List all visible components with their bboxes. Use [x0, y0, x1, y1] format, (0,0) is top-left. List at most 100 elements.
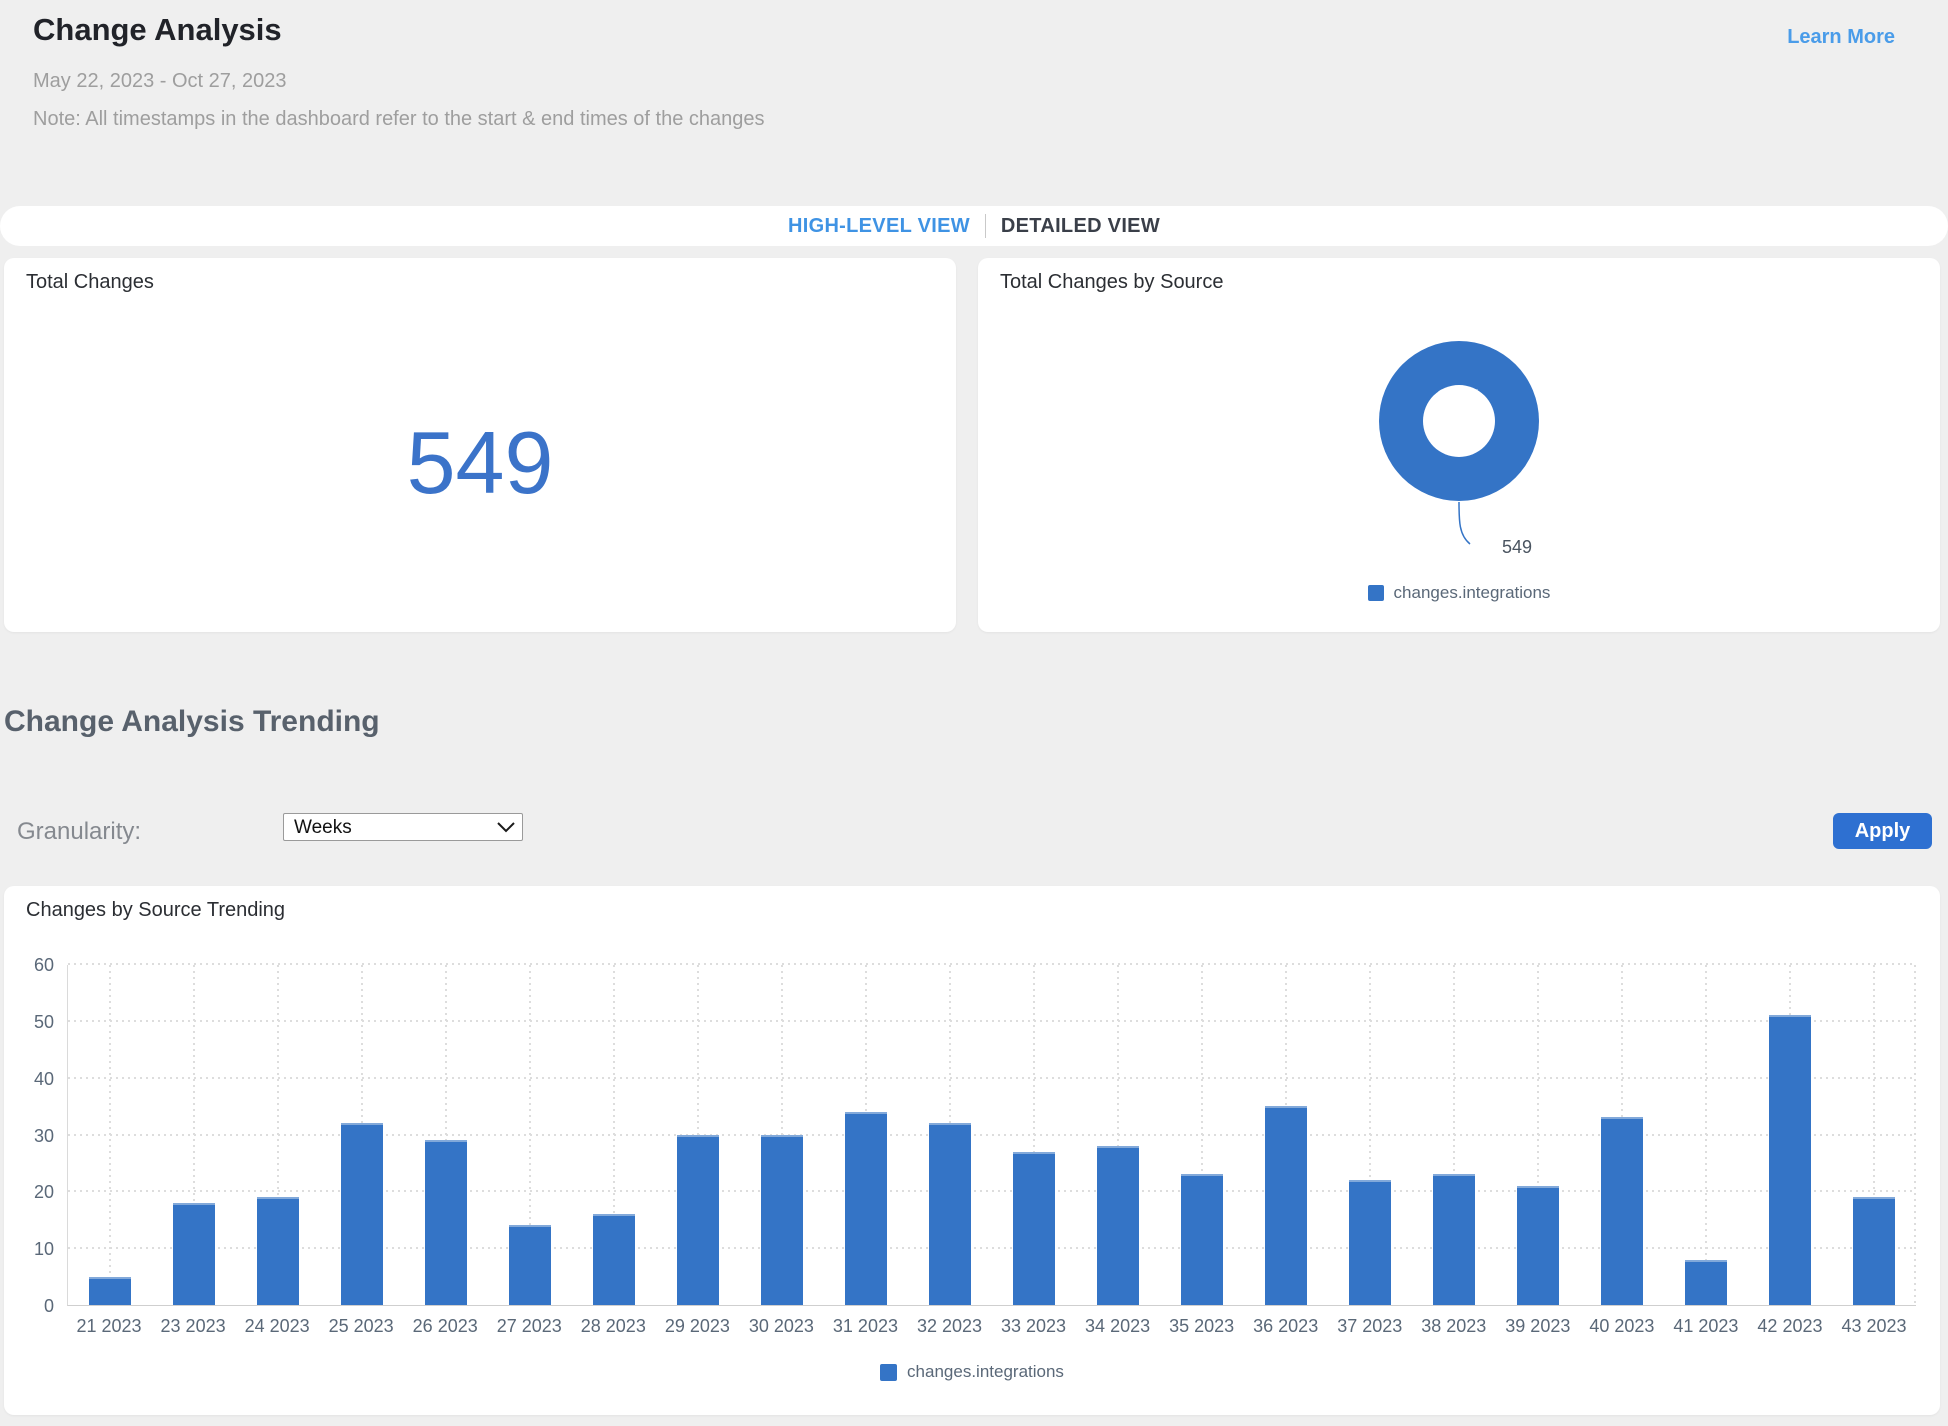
bar-28-2023[interactable]	[593, 1214, 635, 1305]
y-tick-label-30: 30	[4, 1126, 54, 1147]
x-axis-labels: 21 202323 202324 202325 202326 202327 20…	[67, 1316, 1916, 1337]
x-tick-label-34-2023: 34 2023	[1076, 1316, 1160, 1337]
bar-27-2023[interactable]	[509, 1225, 551, 1305]
bar-31-2023[interactable]	[845, 1112, 887, 1305]
bar-plot-area	[67, 965, 1916, 1306]
x-gridline	[1705, 965, 1707, 1305]
bar-column-41-2023	[1664, 965, 1748, 1305]
bar-column-34-2023	[1076, 965, 1160, 1305]
bar-column-37-2023	[1328, 965, 1412, 1305]
bar-43-2023[interactable]	[1853, 1197, 1895, 1305]
apply-button[interactable]: Apply	[1833, 813, 1932, 849]
y-tick-label-60: 60	[4, 955, 54, 976]
changes-by-source-card: Total Changes by Source 100% 549 changes…	[978, 258, 1940, 632]
bar-41-2023[interactable]	[1685, 1260, 1727, 1305]
bar-legend-swatch[interactable]	[880, 1364, 897, 1381]
donut-slice-changes-integrations[interactable]	[1379, 341, 1539, 501]
x-tick-label-29-2023: 29 2023	[655, 1316, 739, 1337]
x-gridline	[109, 965, 111, 1305]
donut-legend-swatch[interactable]	[1368, 585, 1384, 601]
granularity-select-wrap: Weeks	[283, 813, 523, 841]
bar-column-42-2023	[1748, 965, 1832, 1305]
bar-42-2023[interactable]	[1769, 1015, 1811, 1305]
y-tick-label-40: 40	[4, 1069, 54, 1090]
donut-percent-label: 100%	[978, 386, 1940, 406]
bar-37-2023[interactable]	[1349, 1180, 1391, 1305]
bar-24-2023[interactable]	[257, 1197, 299, 1305]
bar-23-2023[interactable]	[173, 1203, 215, 1305]
learn-more-link[interactable]: Learn More	[1787, 26, 1895, 49]
bar-column-35-2023	[1160, 965, 1244, 1305]
x-tick-label-33-2023: 33 2023	[992, 1316, 1076, 1337]
x-tick-label-40-2023: 40 2023	[1580, 1316, 1664, 1337]
bar-column-29-2023	[656, 965, 740, 1305]
timestamp-note: Note: All timestamps in the dashboard re…	[33, 108, 765, 131]
bar-column-39-2023	[1496, 965, 1580, 1305]
x-tick-label-30-2023: 30 2023	[739, 1316, 823, 1337]
y-tick-label-50: 50	[4, 1012, 54, 1033]
x-tick-label-39-2023: 39 2023	[1496, 1316, 1580, 1337]
y-tick-label-20: 20	[4, 1182, 54, 1203]
x-tick-label-42-2023: 42 2023	[1748, 1316, 1832, 1337]
x-tick-label-36-2023: 36 2023	[1244, 1316, 1328, 1337]
page-header: Change Analysis May 22, 2023 - Oct 27, 2…	[33, 12, 765, 131]
x-tick-label-32-2023: 32 2023	[907, 1316, 991, 1337]
donut-legend-label[interactable]: changes.integrations	[1394, 583, 1551, 603]
bar-39-2023[interactable]	[1517, 1186, 1559, 1305]
x-tick-label-27-2023: 27 2023	[487, 1316, 571, 1337]
x-tick-label-23-2023: 23 2023	[151, 1316, 235, 1337]
bar-column-21-2023	[68, 965, 152, 1305]
bar-36-2023[interactable]	[1265, 1106, 1307, 1305]
bar-legend-label[interactable]: changes.integrations	[907, 1362, 1064, 1382]
bar-column-36-2023	[1244, 965, 1328, 1305]
trending-chart-card: Changes by Source Trending 21 202323 202…	[4, 886, 1940, 1415]
bar-column-38-2023	[1412, 965, 1496, 1305]
x-tick-label-35-2023: 35 2023	[1160, 1316, 1244, 1337]
bar-column-32-2023	[908, 965, 992, 1305]
bar-34-2023[interactable]	[1097, 1146, 1139, 1305]
x-tick-label-25-2023: 25 2023	[319, 1316, 403, 1337]
bar-column-25-2023	[320, 965, 404, 1305]
donut-callout-line	[1457, 501, 1479, 547]
trending-heading: Change Analysis Trending	[4, 705, 380, 739]
total-changes-value: 549	[407, 412, 554, 514]
bar-column-43-2023	[1832, 965, 1916, 1305]
bar-30-2023[interactable]	[761, 1135, 803, 1306]
view-tabs: HIGH-LEVEL VIEW DETAILED VIEW	[0, 206, 1948, 246]
bar-column-23-2023	[152, 965, 236, 1305]
x-tick-label-24-2023: 24 2023	[235, 1316, 319, 1337]
bar-33-2023[interactable]	[1013, 1152, 1055, 1305]
bar-25-2023[interactable]	[341, 1123, 383, 1305]
y-tick-label-10: 10	[4, 1239, 54, 1260]
page-title: Change Analysis	[33, 12, 765, 48]
bar-26-2023[interactable]	[425, 1140, 467, 1305]
bar-column-33-2023	[992, 965, 1076, 1305]
granularity-label: Granularity:	[17, 818, 141, 846]
bar-29-2023[interactable]	[677, 1135, 719, 1306]
date-range: May 22, 2023 - Oct 27, 2023	[33, 70, 765, 93]
x-tick-label-28-2023: 28 2023	[571, 1316, 655, 1337]
x-tick-label-21-2023: 21 2023	[67, 1316, 151, 1337]
kpi-cards-row: Total Changes 549 Total Changes by Sourc…	[4, 258, 1940, 632]
bar-32-2023[interactable]	[929, 1123, 971, 1305]
bar-38-2023[interactable]	[1433, 1174, 1475, 1305]
granularity-select[interactable]: Weeks	[283, 813, 523, 841]
y-tick-label-0: 0	[4, 1296, 54, 1317]
tab-separator	[985, 214, 986, 238]
tab-detailed-view[interactable]: DETAILED VIEW	[1001, 215, 1160, 238]
x-tick-label-37-2023: 37 2023	[1328, 1316, 1412, 1337]
x-tick-label-43-2023: 43 2023	[1832, 1316, 1916, 1337]
x-tick-label-38-2023: 38 2023	[1412, 1316, 1496, 1337]
donut-callout-value: 549	[1502, 537, 1532, 558]
bar-35-2023[interactable]	[1181, 1174, 1223, 1305]
tab-high-level-view[interactable]: HIGH-LEVEL VIEW	[788, 215, 970, 238]
bar-21-2023[interactable]	[89, 1277, 131, 1305]
bar-40-2023[interactable]	[1601, 1117, 1643, 1305]
bar-chart-legend: changes.integrations	[4, 1362, 1940, 1382]
bar-column-27-2023	[488, 965, 572, 1305]
bar-column-28-2023	[572, 965, 656, 1305]
total-changes-title: Total Changes	[26, 271, 154, 294]
total-changes-card: Total Changes 549	[4, 258, 956, 632]
bar-column-26-2023	[404, 965, 488, 1305]
bar-column-30-2023	[740, 965, 824, 1305]
